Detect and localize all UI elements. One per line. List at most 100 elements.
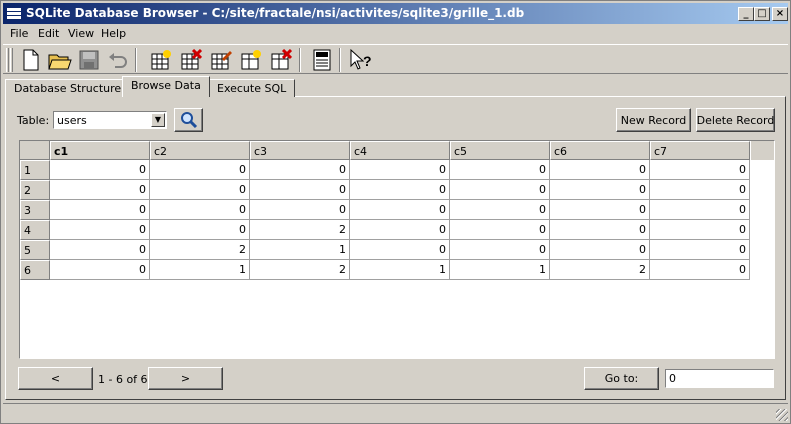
table-cell[interactable]: 0 bbox=[450, 240, 550, 260]
table-select[interactable]: users ▼ bbox=[53, 111, 167, 129]
table-cell[interactable]: 1 bbox=[450, 260, 550, 280]
row-header[interactable]: 1 bbox=[20, 160, 50, 180]
table-cell[interactable]: 0 bbox=[450, 200, 550, 220]
next-page-button[interactable]: > bbox=[148, 367, 223, 390]
table-cell[interactable]: 0 bbox=[550, 240, 650, 260]
toolbar-separator bbox=[299, 48, 301, 72]
window-title: SQLite Database Browser - C:/site/fracta… bbox=[26, 6, 525, 20]
table-cell[interactable]: 2 bbox=[150, 240, 250, 260]
table-cell[interactable]: 2 bbox=[250, 220, 350, 240]
goto-button[interactable]: Go to: bbox=[584, 367, 659, 390]
table-cell[interactable]: 0 bbox=[650, 220, 750, 240]
table-cell[interactable]: 0 bbox=[150, 220, 250, 240]
column-header-c5[interactable]: c5 bbox=[450, 141, 550, 160]
table-cell[interactable]: 2 bbox=[250, 260, 350, 280]
table-cell[interactable]: 0 bbox=[50, 260, 150, 280]
data-grid[interactable]: c1 c2 c3 c4 c5 c6 c7 1 0 0 0 0 0 0 0 2 0 0 0 0 0 0 0 3 0 0 0 0 0 0 0 4 0… bbox=[19, 140, 775, 359]
title-bar[interactable]: SQLite Database Browser - C:/site/fracta… bbox=[3, 3, 788, 24]
chevron-down-icon[interactable]: ▼ bbox=[151, 113, 165, 127]
column-header-c3[interactable]: c3 bbox=[250, 141, 350, 160]
menu-help[interactable]: Help bbox=[101, 27, 126, 40]
table-cell[interactable]: 0 bbox=[250, 160, 350, 180]
resize-grip[interactable] bbox=[776, 409, 788, 421]
close-button[interactable]: × bbox=[772, 7, 788, 21]
maximize-button[interactable]: □ bbox=[754, 7, 770, 21]
table-cell[interactable]: 2 bbox=[550, 260, 650, 280]
search-icon bbox=[180, 112, 197, 129]
whats-this-icon[interactable]: ? bbox=[349, 48, 373, 72]
tab-browse-data[interactable]: Browse Data bbox=[122, 76, 210, 97]
column-header-c2[interactable]: c2 bbox=[150, 141, 250, 160]
open-db-icon[interactable] bbox=[48, 48, 72, 72]
goto-input[interactable]: 0 bbox=[665, 369, 774, 388]
column-header-c7[interactable]: c7 bbox=[650, 141, 750, 160]
table-cell[interactable]: 0 bbox=[550, 180, 650, 200]
table-cell[interactable]: 0 bbox=[50, 220, 150, 240]
table-cell[interactable]: 0 bbox=[550, 160, 650, 180]
modify-table-icon[interactable] bbox=[209, 48, 233, 72]
table-cell[interactable]: 0 bbox=[450, 220, 550, 240]
table-cell[interactable]: 0 bbox=[250, 180, 350, 200]
row-header[interactable]: 3 bbox=[20, 200, 50, 220]
log-icon[interactable] bbox=[310, 48, 334, 72]
table-cell[interactable]: 0 bbox=[350, 180, 450, 200]
table-cell[interactable]: 0 bbox=[150, 180, 250, 200]
table-cell[interactable]: 1 bbox=[250, 240, 350, 260]
table-cell[interactable]: 0 bbox=[50, 180, 150, 200]
delete-index-icon[interactable] bbox=[269, 48, 293, 72]
undo-icon[interactable] bbox=[106, 48, 130, 72]
save-db-icon[interactable] bbox=[77, 48, 101, 72]
table-cell[interactable]: 0 bbox=[350, 240, 450, 260]
toolbar-grip[interactable] bbox=[6, 48, 9, 72]
grid-header-filler bbox=[751, 141, 774, 160]
delete-table-icon[interactable] bbox=[179, 48, 203, 72]
table-cell[interactable]: 0 bbox=[350, 220, 450, 240]
column-header-c6[interactable]: c6 bbox=[550, 141, 650, 160]
menu-view[interactable]: View bbox=[68, 27, 94, 40]
table-cell[interactable]: 0 bbox=[150, 160, 250, 180]
table-cell[interactable]: 0 bbox=[650, 260, 750, 280]
table-cell[interactable]: 1 bbox=[350, 260, 450, 280]
toolbar: ? bbox=[3, 44, 788, 74]
table-cell[interactable]: 0 bbox=[650, 240, 750, 260]
new-record-button[interactable]: New Record bbox=[616, 108, 691, 132]
table-cell[interactable]: 0 bbox=[650, 160, 750, 180]
new-db-icon[interactable] bbox=[19, 48, 43, 72]
row-header[interactable]: 6 bbox=[20, 260, 50, 280]
table-cell[interactable]: 0 bbox=[50, 160, 150, 180]
toolbar-grip[interactable] bbox=[10, 48, 13, 72]
menu-file[interactable]: File bbox=[10, 27, 28, 40]
record-range: 1 - 6 of 6 bbox=[98, 373, 148, 386]
tab-execute-sql[interactable]: Execute SQL bbox=[208, 79, 296, 97]
svg-text:?: ? bbox=[363, 53, 372, 69]
table-cell[interactable]: 0 bbox=[150, 200, 250, 220]
row-header[interactable]: 4 bbox=[20, 220, 50, 240]
table-cell[interactable]: 1 bbox=[150, 260, 250, 280]
delete-record-button[interactable]: Delete Record bbox=[696, 108, 775, 132]
toolbar-separator bbox=[135, 48, 137, 72]
create-table-icon[interactable] bbox=[149, 48, 173, 72]
grid-corner[interactable] bbox=[20, 141, 50, 160]
table-cell[interactable]: 0 bbox=[350, 160, 450, 180]
search-button[interactable] bbox=[174, 108, 203, 132]
table-cell[interactable]: 0 bbox=[650, 200, 750, 220]
table-cell[interactable]: 0 bbox=[350, 200, 450, 220]
row-header[interactable]: 2 bbox=[20, 180, 50, 200]
menu-edit[interactable]: Edit bbox=[38, 27, 59, 40]
table-cell[interactable]: 0 bbox=[450, 160, 550, 180]
minimize-button[interactable]: _ bbox=[738, 7, 754, 21]
table-cell[interactable]: 0 bbox=[50, 200, 150, 220]
tab-database-structure[interactable]: Database Structure bbox=[5, 79, 131, 97]
row-header[interactable]: 5 bbox=[20, 240, 50, 260]
table-cell[interactable]: 0 bbox=[550, 200, 650, 220]
column-header-c4[interactable]: c4 bbox=[350, 141, 450, 160]
create-index-icon[interactable] bbox=[239, 48, 263, 72]
table-cell[interactable]: 0 bbox=[250, 200, 350, 220]
table-cell[interactable]: 0 bbox=[550, 220, 650, 240]
prev-page-button[interactable]: < bbox=[18, 367, 93, 390]
table-cell[interactable]: 0 bbox=[50, 240, 150, 260]
toolbar-separator bbox=[339, 48, 341, 72]
table-cell[interactable]: 0 bbox=[450, 180, 550, 200]
column-header-c1[interactable]: c1 bbox=[50, 141, 150, 160]
table-cell[interactable]: 0 bbox=[650, 180, 750, 200]
